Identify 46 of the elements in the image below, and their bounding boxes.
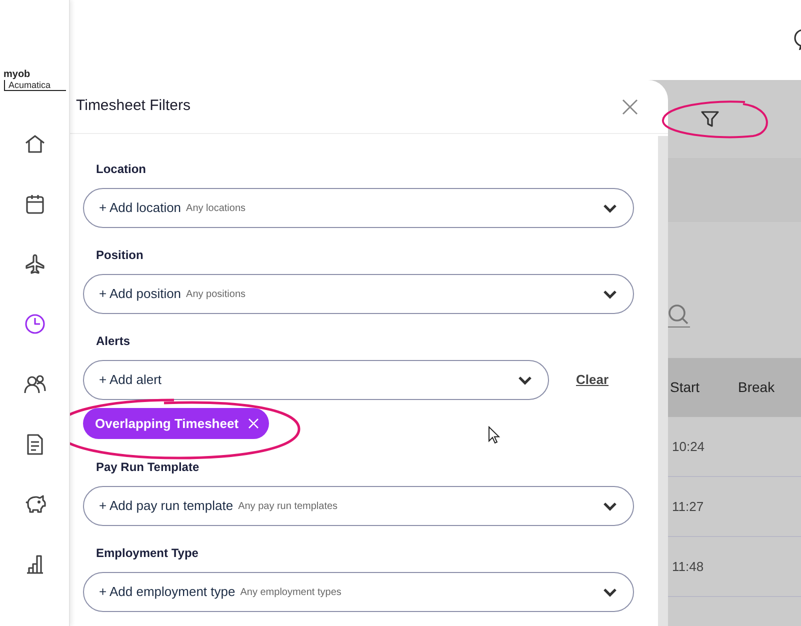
alert-chip[interactable]: Overlapping Timesheet (83, 408, 269, 439)
scrollbar[interactable] (658, 136, 668, 626)
hint-text: Any positions (186, 288, 246, 302)
calendar-icon[interactable] (24, 193, 46, 215)
field-label: Pay Run Template (95, 460, 200, 474)
panel-title: Timesheet Filters (76, 96, 190, 116)
chevron-down-icon (603, 290, 617, 298)
filter-dropdown[interactable]: + Add alert (83, 360, 549, 400)
field-label: Position (95, 248, 144, 262)
hint-text: Any pay run templates (238, 500, 338, 514)
field-label: Alerts (95, 334, 132, 348)
home-icon[interactable] (24, 133, 46, 155)
cursor-icon (488, 426, 500, 444)
chevron-down-icon (603, 204, 617, 212)
add-label: + Add employment type (99, 583, 236, 602)
hint-text: Any employment types (240, 586, 342, 600)
chevron-down-icon (603, 502, 617, 510)
clear-link[interactable]: Clear (576, 370, 609, 390)
chevron-down-icon (518, 376, 532, 384)
table-cell-text: 11:27 (672, 498, 704, 516)
people-icon[interactable] (24, 373, 46, 395)
clock-icon[interactable] (24, 313, 46, 335)
filter-dropdown[interactable]: + Add employment type Any employment types (83, 572, 634, 612)
add-label: + Add location (99, 199, 182, 218)
airplane-icon[interactable] (24, 253, 46, 275)
add-label: + Add position (99, 285, 182, 304)
logo-text: myob (4, 70, 32, 80)
remove-icon[interactable] (248, 418, 259, 429)
field-label: Employment Type (95, 546, 200, 560)
add-label: + Add alert (99, 371, 162, 390)
filter-icon[interactable] (700, 109, 720, 129)
logo-text: Acumatica (4, 80, 66, 91)
column-header[interactable]: Start (668, 377, 738, 398)
hint-text: Any locations (186, 202, 246, 216)
close-icon[interactable] (622, 98, 638, 114)
field-label: Location (95, 162, 147, 176)
filter-dropdown[interactable]: + Add position Any positions (83, 274, 634, 314)
search-icon[interactable] (668, 304, 690, 328)
piggy-bank-icon[interactable] (24, 493, 46, 515)
filter-dropdown[interactable]: + Add pay run template Any pay run templates (83, 486, 634, 526)
column-header[interactable]: Break (738, 377, 775, 398)
add-label: + Add pay run template (99, 497, 234, 516)
table-cell-text: 11:48 (672, 558, 704, 576)
table-cell-text: 10:24 (672, 438, 705, 456)
filter-dropdown[interactable]: + Add location Any locations (83, 188, 634, 228)
chevron-down-icon (603, 588, 617, 596)
